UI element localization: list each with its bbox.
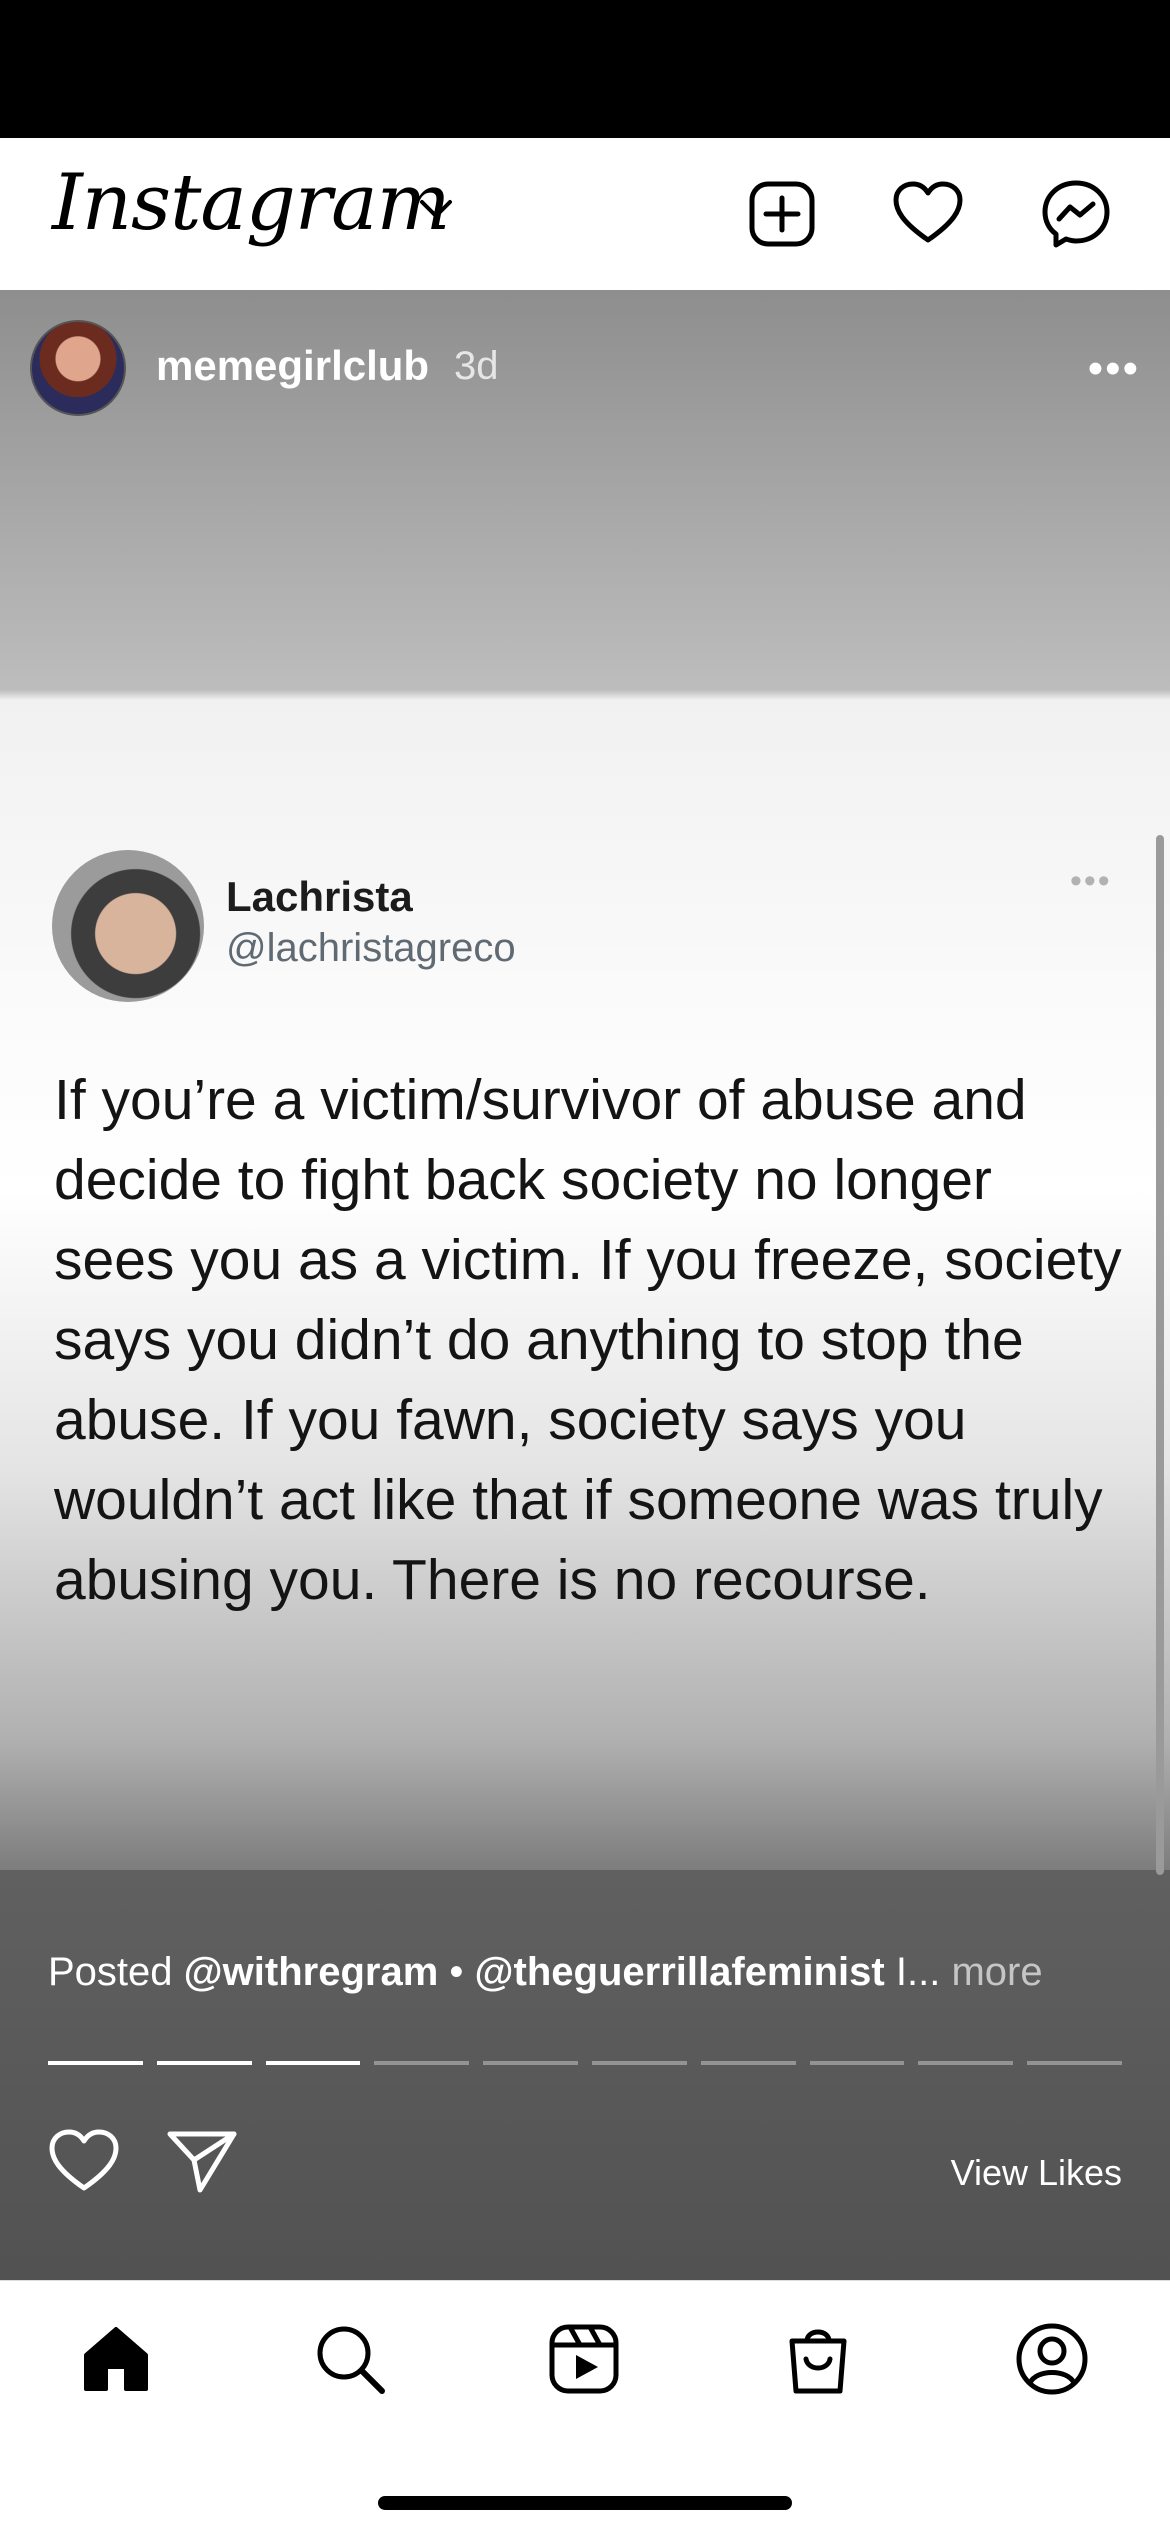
tweet-text: If you’re a victim/survivor of abuse and… <box>54 1068 1122 1612</box>
reels-icon[interactable] <box>546 2321 622 2397</box>
story-progress-segment <box>156 2061 252 2065</box>
caption-prefix: Posted <box>48 1950 173 1994</box>
story-viewer[interactable]: memegirlclub 3d ••• Lachrista @lachrista… <box>0 290 1170 2280</box>
tweet-avatar <box>52 850 204 1002</box>
story-progress-segment <box>48 2061 143 2065</box>
top-bar: Instagram <box>0 138 1170 290</box>
profile-icon[interactable] <box>1014 2321 1090 2397</box>
new-post-icon[interactable] <box>746 178 818 250</box>
tweet-more-icon: ••• <box>1070 862 1112 900</box>
caption-trail: I... <box>895 1950 941 1994</box>
heart-icon[interactable] <box>892 178 964 250</box>
story-progress-segment <box>265 2061 361 2065</box>
caption-more-link[interactable]: more <box>951 1950 1042 1994</box>
status-bar <box>0 0 1170 138</box>
tweet-author-name: Lachrista <box>226 873 413 920</box>
story-progress-segment <box>809 2061 905 2065</box>
share-icon[interactable] <box>166 2128 238 2194</box>
story-progress-segment <box>591 2061 687 2065</box>
instagram-logo[interactable]: Instagram <box>52 158 451 248</box>
post-header: memegirlclub 3d ••• <box>30 320 1140 416</box>
more-options-icon[interactable]: ••• <box>1088 344 1140 394</box>
post-time: 3d <box>454 344 499 388</box>
caption-account-2[interactable]: @theguerrillafeminist <box>475 1950 885 1994</box>
home-indicator[interactable] <box>378 2496 792 2510</box>
story-progress-segment <box>1027 2061 1122 2065</box>
story-progress-segment <box>700 2061 796 2065</box>
search-icon[interactable] <box>312 2321 388 2397</box>
story-progress-segment <box>483 2061 578 2065</box>
caption[interactable]: Posted @withregram • @theguerrillafemini… <box>48 1950 1128 1995</box>
tweet-author-handle: @lachristagreco <box>226 926 516 970</box>
chevron-down-icon[interactable] <box>418 198 454 222</box>
story-progress-segment <box>374 2061 470 2065</box>
caption-separator: • <box>449 1950 464 1994</box>
like-icon[interactable] <box>48 2128 120 2194</box>
story-progress-segment <box>918 2061 1014 2065</box>
caption-account-1[interactable]: @withregram <box>184 1950 439 1994</box>
username[interactable]: memegirlclub <box>156 342 429 390</box>
scrollbar[interactable] <box>1156 835 1164 1875</box>
view-likes-link[interactable]: View Likes <box>951 2152 1122 2194</box>
messenger-icon[interactable] <box>1040 178 1112 250</box>
story-progress <box>48 2061 1122 2065</box>
home-icon[interactable] <box>78 2321 154 2397</box>
shop-icon[interactable] <box>780 2321 856 2397</box>
avatar[interactable] <box>30 320 126 416</box>
